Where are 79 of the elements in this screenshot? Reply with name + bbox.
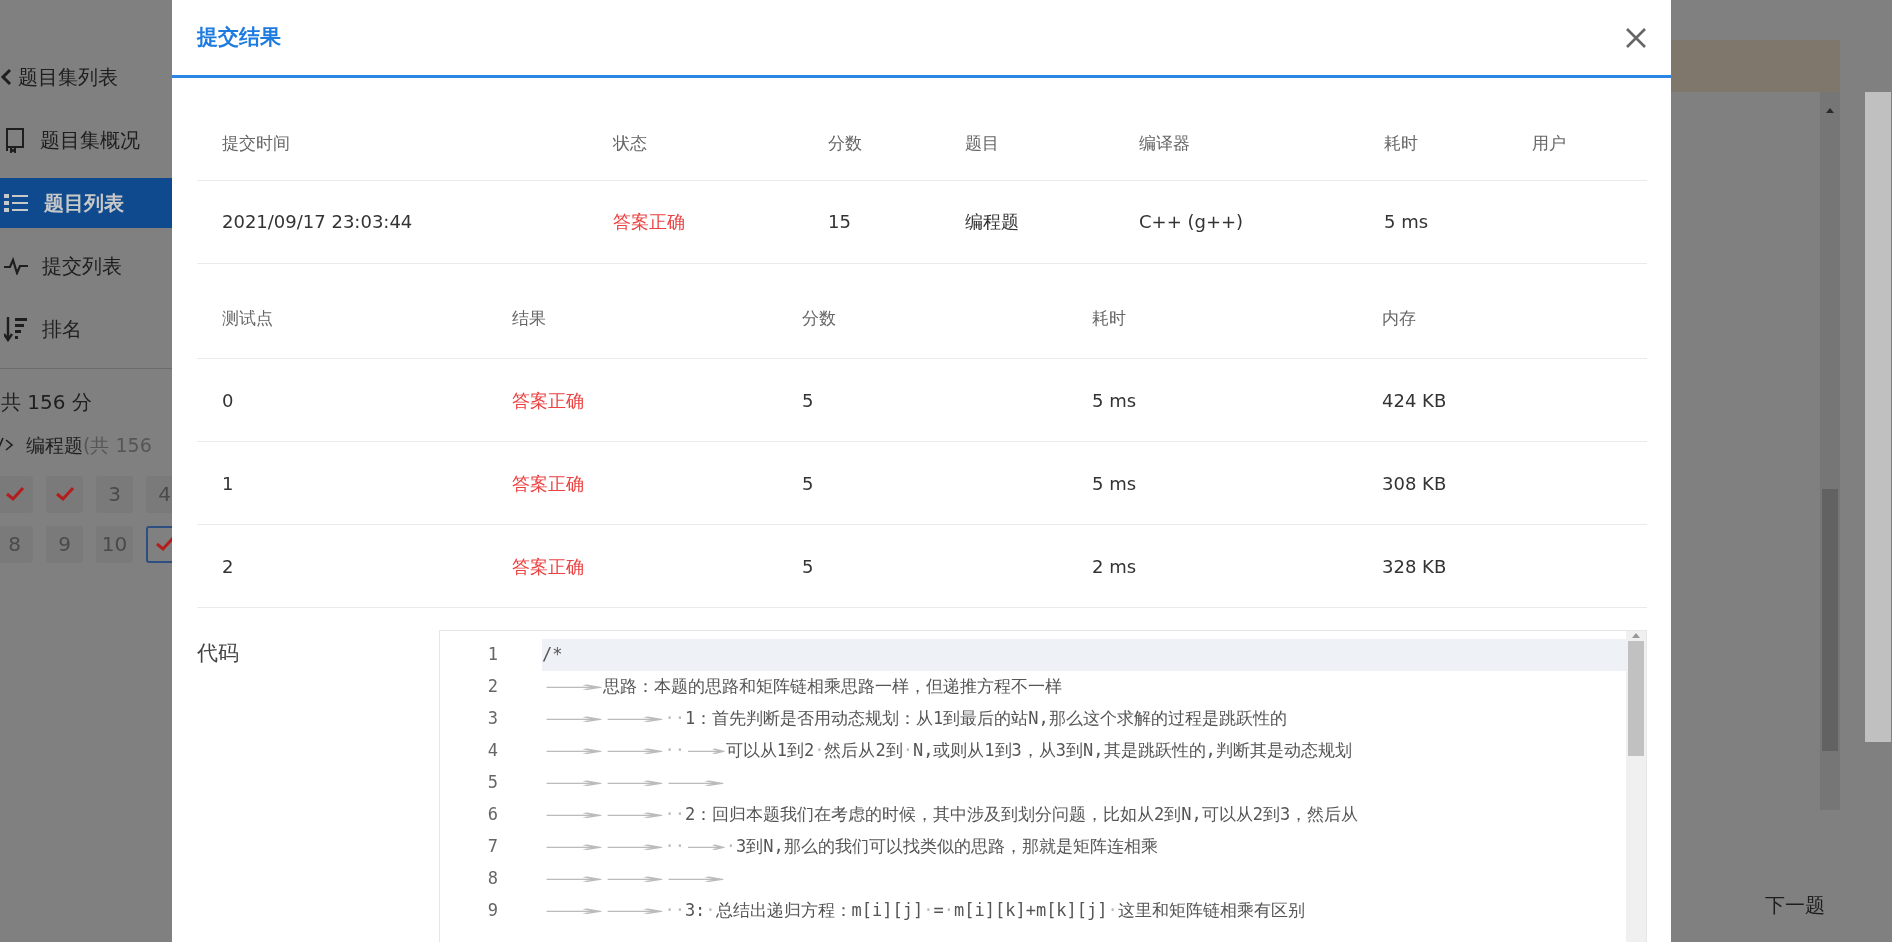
line-number: 7 [486, 835, 498, 859]
line-number: 3 [486, 707, 498, 731]
line-number: 5 [486, 771, 498, 795]
column-header: 耗时 [1359, 108, 1507, 180]
table-cell: 2 ms [1067, 524, 1357, 608]
column-header: 分数 [777, 263, 1067, 359]
line-number: 2 [486, 675, 498, 699]
list-icon [4, 193, 30, 213]
line-number: 8 [486, 867, 498, 891]
column-header: 用户 [1507, 108, 1647, 180]
table-cell: 1 [197, 441, 487, 525]
table-cell: 2021/09/17 23:03:44 [197, 180, 588, 263]
chevron-left-icon [0, 68, 12, 86]
close-icon[interactable] [1625, 26, 1647, 49]
code-label: 代码 [197, 640, 240, 667]
column-header: 提交时间 [197, 108, 588, 180]
book-icon [4, 127, 26, 153]
scroll-up-icon[interactable] [1631, 631, 1641, 639]
scrollbar[interactable] [1865, 92, 1891, 742]
column-header: 测试点 [197, 263, 487, 359]
scrollbar[interactable] [1626, 631, 1646, 942]
status-text: 答案正确 [588, 180, 803, 263]
column-header: 分数 [803, 108, 940, 180]
code-line: →→··1：首先判断是否用动态规划：从1到最后的站N,那么这个求解的过程是跳跃性的 [542, 707, 1288, 731]
column-header: 编译器 [1114, 108, 1359, 180]
modal-title: 提交结果 [197, 24, 281, 51]
code-line: →→··3:·总结出递归方程：m[i][j]·=·m[i][k]+m[k][j]·这里和矩阵链相乘有区别 [542, 899, 1306, 923]
table-cell: 5 ms [1067, 441, 1357, 525]
check-icon [4, 486, 25, 502]
table-cell: 5 [777, 358, 1067, 442]
table-cell: 5 ms [1067, 358, 1357, 442]
sidebar-item[interactable]: 题目列表 [0, 178, 172, 228]
sidebar-item[interactable]: 提交列表 [0, 241, 172, 291]
column-header: 状态 [588, 108, 803, 180]
score-total: 共 156 分 [1, 389, 93, 416]
line-number: 6 [486, 803, 498, 827]
column-header: 题目 [940, 108, 1114, 180]
check-icon [154, 536, 172, 552]
table-cell: 308 KB [1357, 441, 1647, 525]
table-cell: 2 [197, 524, 487, 608]
line-number: 4 [486, 739, 498, 763]
table-cell: 0 [197, 358, 487, 442]
sidebar-item[interactable]: 排名 [0, 304, 172, 354]
problem-button[interactable] [0, 475, 33, 513]
code-line: →→→ [542, 867, 727, 891]
code-line: →思路：本题的思路和矩阵链相乘思路一样，但递推方程不一样 [542, 675, 1064, 699]
sidebar-item[interactable]: 题目集列表 [0, 52, 172, 102]
status-text: 答案正确 [487, 441, 777, 525]
code-line: →→··→·3到N,那么的我们可以找类似的思路，那就是矩阵连相乘 [542, 835, 1159, 859]
table-cell: 编程题 [940, 180, 1114, 263]
table-cell: 5 ms [1359, 180, 1507, 263]
pulse-icon [4, 257, 28, 275]
table-cell: 15 [803, 180, 940, 263]
column-header: 耗时 [1067, 263, 1357, 359]
code-editor[interactable] [439, 630, 1647, 942]
table-cell: 5 [777, 524, 1067, 608]
code-line: →→→ [542, 771, 727, 795]
next-button[interactable]: 下一题 [1765, 890, 1825, 920]
code-line: →→··→可以从1到2·然后从2到·N,或则从1到3，从3到N,其是跳跃性的,判断其是动态规划 [542, 739, 1353, 763]
table-cell: 5 [777, 441, 1067, 525]
problem-button[interactable] [146, 525, 172, 563]
scroll-up-icon[interactable] [1825, 106, 1835, 114]
line-number: 9 [486, 899, 498, 923]
table-cell: 424 KB [1357, 358, 1647, 442]
sidebar-item[interactable]: 题目集概况 [0, 115, 172, 165]
line-number: 1 [486, 643, 498, 667]
status-text: 答案正确 [487, 524, 777, 608]
check-icon [54, 486, 75, 502]
code-icon [0, 437, 14, 454]
problem-button[interactable] [46, 475, 83, 513]
table-cell: 328 KB [1357, 524, 1647, 608]
code-line: →→··2：回归本题我们在考虑的时候，其中涉及到划分问题，比如从2到N,可以从2到3，然后从 [542, 803, 1360, 827]
scrollbar[interactable] [1820, 92, 1840, 810]
table-cell: C++ (g++) [1114, 180, 1359, 263]
sort-icon [4, 316, 28, 342]
column-header: 内存 [1357, 263, 1647, 359]
scrollbar-thumb[interactable] [1628, 641, 1644, 756]
column-header: 结果 [487, 263, 777, 359]
status-text: 答案正确 [487, 358, 777, 442]
